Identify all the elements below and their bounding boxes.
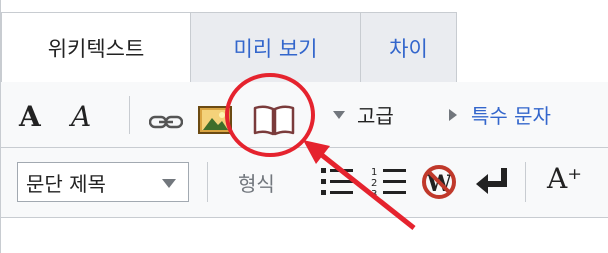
- numbered-list-icon[interactable]: 1 2 3: [371, 165, 409, 199]
- bulleted-list-icon[interactable]: [319, 165, 355, 199]
- tab-wikitext-label: 위키텍스트: [47, 36, 145, 61]
- special-characters-label: 특수 문자: [471, 104, 551, 128]
- bold-button[interactable]: A: [19, 100, 41, 133]
- svg-text:3: 3: [371, 189, 377, 199]
- wikitext-editor: 위키텍스트 미리 보기 차이 A A 고급 특수 문자 문단 제목 형식 1 2…: [0, 0, 608, 253]
- newline-icon[interactable]: [474, 166, 510, 196]
- tab-wikitext[interactable]: 위키텍스트: [1, 12, 191, 82]
- main-toolbar: A A 고급 특수 문자: [1, 82, 608, 148]
- image-icon[interactable]: [198, 106, 232, 134]
- link-icon[interactable]: [149, 114, 183, 130]
- tab-preview-label: 미리 보기: [233, 36, 318, 61]
- chevron-down-icon: [333, 110, 345, 119]
- svg-text:1: 1: [371, 167, 377, 178]
- tab-diff[interactable]: 차이: [361, 12, 457, 82]
- reference-book-icon[interactable]: [253, 104, 295, 136]
- svg-text:2: 2: [371, 178, 377, 189]
- toolbar-separator: [207, 162, 208, 202]
- toolbar-separator: [129, 96, 130, 134]
- chevron-down-icon: [162, 179, 176, 188]
- nowiki-icon[interactable]: W: [421, 164, 457, 200]
- tab-diff-label: 차이: [389, 36, 428, 61]
- advanced-toggle[interactable]: 고급: [333, 100, 394, 129]
- wikitext-textarea[interactable]: [1, 218, 608, 253]
- editor-tabs: 위키텍스트 미리 보기 차이: [1, 0, 608, 82]
- tab-preview[interactable]: 미리 보기: [191, 12, 361, 82]
- big-text-button[interactable]: A⁺: [547, 162, 582, 195]
- toolbar-separator: [525, 162, 526, 202]
- special-characters-toggle[interactable]: 특수 문자: [449, 100, 551, 129]
- advanced-label: 고급: [357, 104, 394, 128]
- format-group-label: 형식: [238, 171, 275, 196]
- advanced-toolbar: 문단 제목 형식 1 2 3 A⁺: [1, 148, 608, 218]
- heading-select[interactable]: 문단 제목: [17, 162, 189, 202]
- italic-button[interactable]: A: [71, 100, 91, 133]
- heading-select-value: 문단 제목: [26, 171, 106, 196]
- chevron-right-icon: [449, 108, 457, 121]
